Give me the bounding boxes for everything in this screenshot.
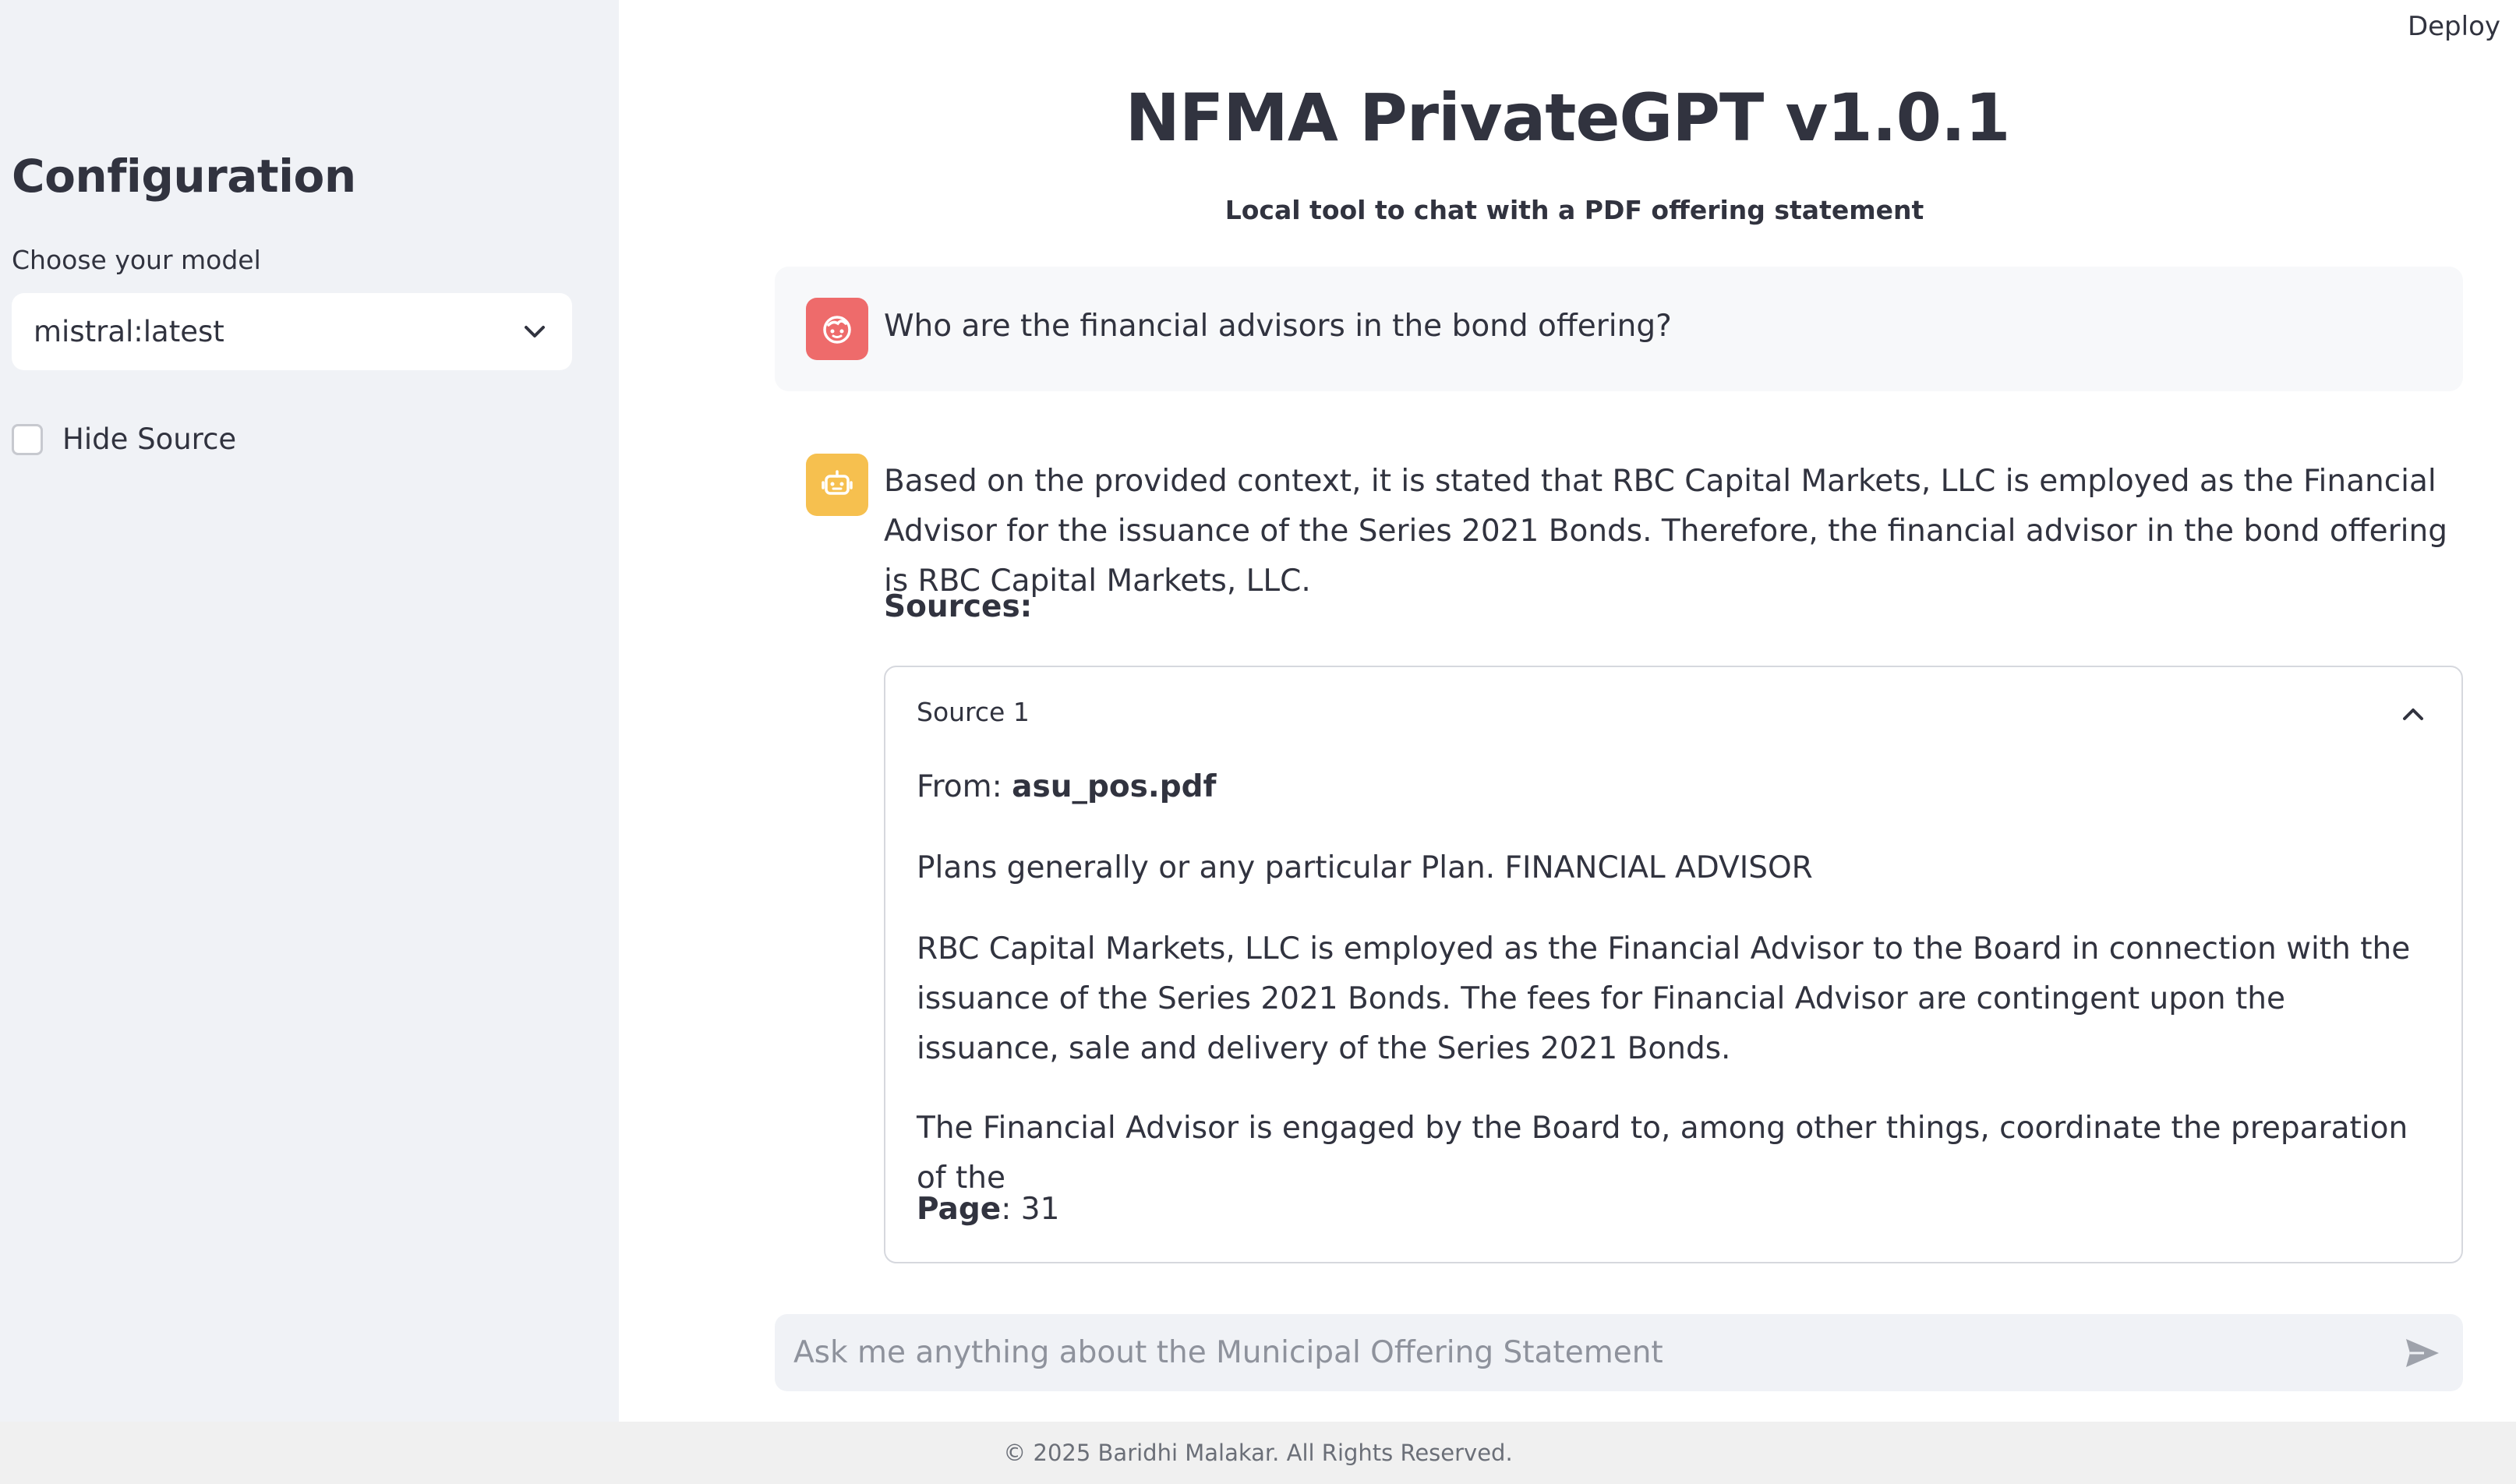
hide-source-toggle[interactable]: Hide Source <box>12 422 236 456</box>
send-icon[interactable] <box>2399 1330 2446 1376</box>
user-face-icon <box>806 298 868 360</box>
user-message-text: Who are the financial advisors in the bo… <box>884 309 1672 344</box>
footer: © 2025 Baridhi Malakar. All Rights Reser… <box>0 1422 2516 1484</box>
robot-icon <box>806 454 868 516</box>
chevron-up-icon[interactable] <box>2398 698 2429 730</box>
sidebar: Configuration Choose your model mistral:… <box>0 0 619 1422</box>
source-page: Page: 31 <box>917 1185 2436 1235</box>
source-paragraph-2: RBC Capital Markets, LLC is employed as … <box>917 931 2411 1066</box>
assistant-message: Based on the provided context, it is sta… <box>775 436 2463 1278</box>
sources-heading: Sources: <box>884 589 1033 624</box>
model-select[interactable]: mistral:latest <box>12 293 572 370</box>
sidebar-title: Configuration <box>12 150 356 203</box>
page-title: NFMA PrivateGPT v1.0.1 <box>1125 80 2011 156</box>
source-from: From: asu_pos.pdf <box>917 762 2436 812</box>
source-expander: Source 1 From: asu_pos.pdf Plans general… <box>884 666 2463 1263</box>
hide-source-checkbox[interactable] <box>12 423 43 455</box>
source-expander-header[interactable]: Source 1 <box>917 697 1030 727</box>
chevron-down-icon <box>519 316 550 348</box>
page-subtitle: Local tool to chat with a PDF offering s… <box>1224 195 1924 225</box>
deploy-button[interactable]: Deploy <box>2408 11 2500 42</box>
main-area: Deploy NFMA PrivateGPT v1.0.1 Local tool… <box>619 0 2516 1422</box>
user-message: Who are the financial advisors in the bo… <box>775 267 2463 391</box>
source-paragraph-1: Plans generally or any particular Plan. … <box>917 850 1813 885</box>
source-page-label: Page <box>917 1192 1002 1227</box>
assistant-message-text: Based on the provided context, it is sta… <box>884 464 2447 599</box>
source-from-label: From: <box>917 769 1012 804</box>
chat-input[interactable] <box>792 1334 2399 1371</box>
chat-input-bar <box>775 1314 2463 1391</box>
model-select-value: mistral:latest <box>34 315 224 348</box>
model-select-label: Choose your model <box>12 245 261 275</box>
app-root: Configuration Choose your model mistral:… <box>0 0 2516 1484</box>
hide-source-label: Hide Source <box>62 422 237 456</box>
source-page-value: : 31 <box>1001 1192 1060 1227</box>
source-filename: asu_pos.pdf <box>1012 769 1217 804</box>
